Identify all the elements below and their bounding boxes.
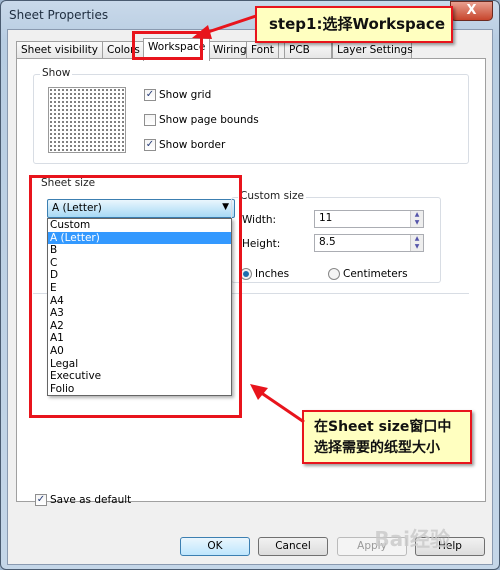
show-grid-label: Show grid	[159, 89, 212, 101]
show-group: Show ✓ Show grid Show page bounds ✓ Show b…	[33, 67, 469, 164]
checkbox-checked-icon: ✓	[144, 89, 156, 101]
step2-callout: 在Sheet size窗口中 选择需要的纸型大小	[302, 410, 472, 464]
sheet-size-dropdown[interactable]: A (Letter) ▼	[47, 199, 235, 218]
inches-radio[interactable]: Inches	[240, 268, 289, 280]
custom-size-group: Custom size Width: 11 ▲ ▼ Height: 8.5 ▲ ▼ In…	[231, 190, 441, 283]
width-input[interactable]: 11 ▲ ▼	[314, 210, 424, 228]
sheet-size-option[interactable]: A2	[48, 320, 231, 333]
show-border-checkbox[interactable]: ✓ Show border	[144, 139, 225, 151]
show-grid-checkbox[interactable]: ✓ Show grid	[144, 89, 211, 101]
height-value: 8.5	[319, 236, 336, 248]
width-label: Width:	[242, 214, 277, 226]
sheet-size-option[interactable]: Custom	[48, 219, 231, 232]
height-input[interactable]: 8.5 ▲ ▼	[314, 234, 424, 252]
sheet-size-selected: A (Letter)	[52, 202, 102, 214]
sheet-size-option[interactable]: A0	[48, 345, 231, 358]
sheet-size-option[interactable]: Folio	[48, 383, 231, 396]
window-title: Sheet Properties	[9, 8, 109, 22]
height-label: Height:	[242, 238, 281, 250]
sheet-size-options-list[interactable]: Custom A (Letter) B C D E A4 A3 A2 A1 A0 Legal Execu…	[47, 218, 232, 397]
radio-selected-icon	[240, 268, 252, 280]
step2-text-line2: 选择需要的纸型大小	[314, 440, 440, 456]
sheet-size-option[interactable]: E	[48, 282, 231, 295]
sheet-size-label: Sheet size	[39, 177, 98, 189]
step2-arrow-icon	[250, 384, 305, 424]
chevron-down-icon: ▼	[222, 202, 229, 212]
width-value: 11	[319, 212, 333, 224]
dialog-window: Sheet Properties X Sheet visibility Colo…	[0, 0, 500, 570]
inches-label: Inches	[255, 268, 290, 280]
checkbox-checked-icon: ✓	[144, 139, 156, 151]
cancel-button[interactable]: Cancel	[258, 537, 328, 556]
centimeters-radio[interactable]: Centimeters	[328, 268, 408, 280]
custom-size-label: Custom size	[238, 190, 306, 202]
sheet-size-option[interactable]: Executive	[48, 370, 231, 383]
checkbox-checked-icon: ✓	[35, 494, 47, 506]
radio-unselected-icon	[328, 268, 340, 280]
ok-button[interactable]: OK	[180, 537, 250, 556]
step2-text-line1: 在Sheet size窗口中	[314, 419, 452, 435]
save-as-default-checkbox[interactable]: ✓ Save as default	[35, 494, 131, 506]
grid-preview-image	[48, 87, 126, 153]
close-button[interactable]: X	[450, 1, 493, 21]
sheet-size-option[interactable]: A (Letter)	[48, 231, 231, 245]
save-as-default-label: Save as default	[50, 494, 132, 506]
sheet-size-option[interactable]: A4	[48, 295, 231, 308]
sheet-size-option[interactable]: B	[48, 244, 231, 257]
step1-arrow-icon	[192, 14, 257, 39]
checkbox-unchecked-icon	[144, 114, 156, 126]
sheet-size-option[interactable]: C	[48, 257, 231, 270]
step1-callout: step1:选择Workspace	[255, 6, 453, 43]
centimeters-label: Centimeters	[343, 268, 408, 280]
show-group-label: Show	[40, 67, 73, 79]
show-page-bounds-label: Show page bounds	[159, 114, 259, 126]
height-spinner[interactable]: ▲ ▼	[410, 235, 423, 251]
sheet-size-option[interactable]: A3	[48, 307, 231, 320]
dialog-client: Sheet visibility Colors Workspace Wiring…	[7, 29, 493, 565]
show-border-label: Show border	[159, 139, 226, 151]
sheet-size-option[interactable]: Legal	[48, 358, 231, 371]
sheet-size-option[interactable]: A1	[48, 332, 231, 345]
width-spinner[interactable]: ▲ ▼	[410, 211, 423, 227]
show-page-bounds-checkbox[interactable]: Show page bounds	[144, 114, 259, 126]
watermark-logo: Bai经验	[374, 527, 450, 551]
sheet-size-option[interactable]: D	[48, 269, 231, 282]
